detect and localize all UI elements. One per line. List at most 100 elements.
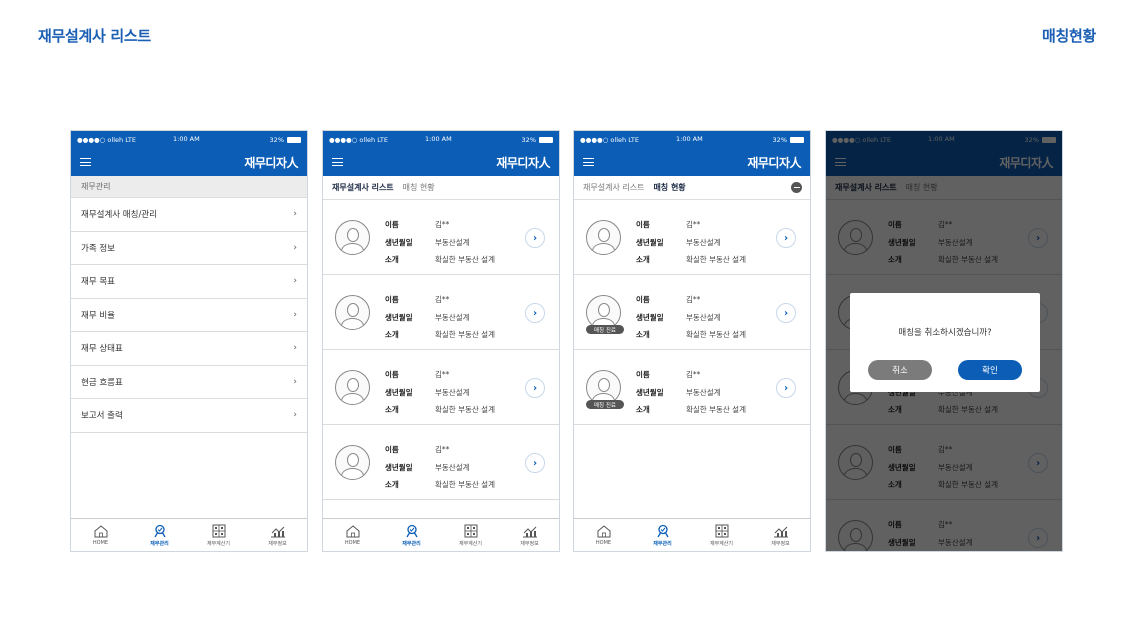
planner-card[interactable]: 이름 김** 생년월일 부동산설계 소개 확실한 부동산 설계 › xyxy=(574,200,810,275)
name-value: 김** xyxy=(435,220,450,229)
app-bar: 재무디자人 xyxy=(71,148,307,176)
menu-item-financial-goal[interactable]: 재무 목표 › xyxy=(71,265,307,299)
tab-label: HOME xyxy=(595,540,612,546)
tab-calculator[interactable]: 재무계산기 xyxy=(692,519,751,551)
tab-planner-list[interactable]: 재무설계사 리스트 xyxy=(332,182,394,193)
chevron-right-icon[interactable]: › xyxy=(525,303,545,323)
bottom-tab-bar: HOME 재무관리 재무계산기 재무정보 xyxy=(71,518,307,551)
chevron-right-icon: › xyxy=(293,343,297,354)
tab-matching-status[interactable]: 매칭 현황 xyxy=(403,182,435,193)
hamburger-menu-icon[interactable] xyxy=(332,158,343,166)
phone-screen-cancel-dialog: ●●●●○ olleh LTE 1:00 AM 32% 재무디자人 재무설계사 … xyxy=(825,130,1063,552)
tab-label: 재무계산기 xyxy=(709,540,733,547)
avatar-icon xyxy=(586,220,621,255)
birth-label: 생년월일 xyxy=(636,387,664,397)
chevron-right-icon[interactable]: › xyxy=(525,453,545,473)
intro-label: 소개 xyxy=(636,330,650,339)
page-title: 재무설계사 리스트 xyxy=(38,27,151,45)
planner-card[interactable]: 이름 김** 생년월일 부동산설계 소개 확실한 부동산 설계 › xyxy=(323,275,559,350)
battery-percent: 32% xyxy=(521,135,536,144)
status-bar: ●●●●○ olleh LTE 1:00 AM 32% xyxy=(71,131,307,148)
tab-label: 재무계산기 xyxy=(458,540,482,547)
status-time: 1:00 AM xyxy=(676,135,703,143)
intro-value: 확실한 부동산 설계 xyxy=(435,480,495,489)
battery-percent: 32% xyxy=(772,135,787,144)
tab-calculator[interactable]: 재무계산기 xyxy=(189,519,248,551)
tab-label: HOME xyxy=(92,540,109,546)
name-label: 이름 xyxy=(636,295,650,304)
intro-label: 소개 xyxy=(385,255,399,264)
tab-financial-manage[interactable]: 재무관리 xyxy=(130,519,189,551)
intro-label: 소개 xyxy=(636,405,650,414)
battery-icon xyxy=(539,136,553,143)
bottom-tab-bar: HOME 재무관리 재무계산기 재무정보 xyxy=(323,518,559,551)
name-label: 이름 xyxy=(636,370,650,379)
status-bar: ●●●●○ olleh LTE 1:00 AM 32% xyxy=(574,131,810,148)
planner-card[interactable]: 이름 김** 생년월일 부동산설계 소개 확실한 부동산 설계 › xyxy=(323,425,559,500)
name-value: 김** xyxy=(435,295,450,304)
app-logo: 재무디자人 xyxy=(747,155,801,170)
planner-card[interactable]: 매칭 진료 이름 김** 생년월일 부동산설계 소개 확실한 부동산 설계 › xyxy=(574,350,810,425)
birth-value: 부동산설계 xyxy=(435,387,470,397)
chevron-right-icon[interactable]: › xyxy=(525,378,545,398)
menu-item-financial-ratio[interactable]: 재무 비율 › xyxy=(71,299,307,332)
tab-financial-info[interactable]: 재무정보 xyxy=(500,519,559,551)
chevron-right-icon[interactable]: › xyxy=(776,303,796,323)
tab-financial-info[interactable]: 재무정보 xyxy=(248,519,307,551)
chart-icon xyxy=(270,526,285,537)
menu-item-report-print[interactable]: 보고서 출력 › xyxy=(71,399,307,433)
tab-planner-list[interactable]: 재무설계사 리스트 xyxy=(583,182,644,193)
planner-info: 이름 김** 생년월일 부동산설계 소개 확실한 부동산 설계 xyxy=(385,291,495,344)
tab-home[interactable]: HOME xyxy=(574,519,633,551)
birth-value: 부동산설계 xyxy=(435,462,470,472)
menu-item-planner-matching[interactable]: 재무설계사 매칭/관리 › xyxy=(71,198,307,232)
battery-icon xyxy=(287,136,301,143)
avatar-icon xyxy=(335,370,370,405)
menu-item-label: 재무 비율 xyxy=(81,310,115,321)
birth-label: 생년월일 xyxy=(385,312,413,322)
page-title-right: 매칭현황 xyxy=(1041,27,1096,45)
name-value: 김** xyxy=(686,295,701,304)
intro-value: 확실한 부동산 설계 xyxy=(435,405,495,414)
name-label: 이름 xyxy=(385,295,399,304)
status-bar: ●●●●○ olleh LTE 1:00 AM 32% xyxy=(323,131,559,148)
hamburger-menu-icon[interactable] xyxy=(80,158,91,166)
confirm-button[interactable]: 확인 xyxy=(958,360,1022,380)
hamburger-menu-icon[interactable] xyxy=(583,158,594,166)
planner-card[interactable]: 이름 김** 생년월일 부동산설계 소개 확실한 부동산 설계 › xyxy=(323,200,559,275)
menu-item-family-info[interactable]: 가족 정보 › xyxy=(71,232,307,265)
chevron-right-icon[interactable]: › xyxy=(525,228,545,248)
tab-label: HOME xyxy=(344,540,361,546)
tab-home[interactable]: HOME xyxy=(323,519,382,551)
manage-icon xyxy=(405,524,418,537)
chevron-right-icon: › xyxy=(293,410,297,421)
name-label: 이름 xyxy=(385,370,399,379)
birth-label: 생년월일 xyxy=(636,312,664,322)
birth-value: 부동산설계 xyxy=(435,237,470,247)
tab-financial-manage[interactable]: 재무관리 xyxy=(633,519,692,551)
bottom-tab-bar: HOME 재무관리 재무계산기 재무정보 xyxy=(574,518,810,551)
section-header: 재무관리 xyxy=(71,176,307,198)
planner-info: 이름 김** 생년월일 부동산설계 소개 확실한 부동산 설계 xyxy=(385,366,495,419)
cancel-button[interactable]: 취소 xyxy=(868,360,932,380)
tab-home[interactable]: HOME xyxy=(71,519,130,551)
chevron-right-icon[interactable]: › xyxy=(776,228,796,248)
remove-icon[interactable] xyxy=(791,182,802,193)
app-bar: 재무디자人 xyxy=(574,148,810,176)
tab-financial-manage[interactable]: 재무관리 xyxy=(382,519,441,551)
planner-card[interactable]: 매칭 진료 이름 김** 생년월일 부동산설계 소개 확실한 부동산 설계 › xyxy=(574,275,810,350)
tab-calculator[interactable]: 재무계산기 xyxy=(441,519,500,551)
birth-label: 생년월일 xyxy=(636,237,664,247)
intro-label: 소개 xyxy=(385,480,399,489)
menu-item-label: 재무 상태표 xyxy=(81,344,123,355)
tab-financial-info[interactable]: 재무정보 xyxy=(751,519,810,551)
chevron-right-icon[interactable]: › xyxy=(776,378,796,398)
tab-label: 재무관리 xyxy=(402,540,421,547)
cancel-confirm-dialog: 매칭을 취소하시겠습니까? 취소 확인 xyxy=(850,293,1040,392)
tab-label: 재무정보 xyxy=(520,540,539,547)
menu-item-balance-sheet[interactable]: 재무 상태표 › xyxy=(71,332,307,366)
planner-card[interactable]: 이름 김** 생년월일 부동산설계 소개 확실한 부동산 설계 › xyxy=(323,350,559,425)
intro-value: 확실한 부동산 설계 xyxy=(686,255,746,264)
tab-matching-status[interactable]: 매칭 현황 xyxy=(653,182,685,193)
menu-item-cashflow[interactable]: 현금 흐름표 › xyxy=(71,366,307,399)
